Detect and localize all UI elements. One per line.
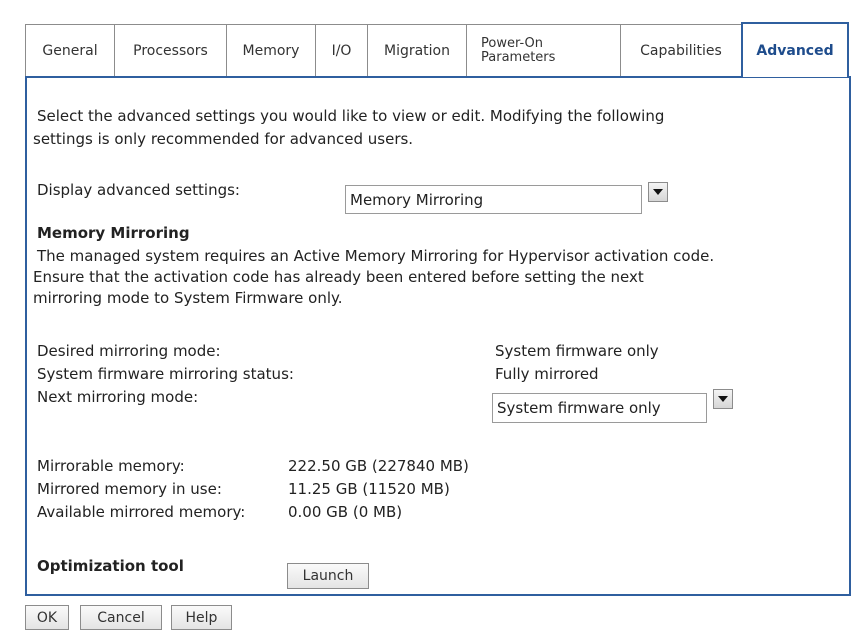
next-mirroring-selected: System firmware only [497,399,661,417]
display-settings-select[interactable]: Memory Mirroring [345,185,642,214]
chevron-down-icon [653,189,663,195]
cancel-button[interactable]: Cancel [80,605,162,630]
display-settings-selected: Memory Mirroring [350,190,484,209]
section-desc-line-1: The managed system requires an Active Me… [37,247,715,265]
tab-processors[interactable]: Processors [114,24,226,77]
tab-power-on-parameters[interactable]: Power-On Parameters [466,24,620,77]
ok-button[interactable]: OK [25,605,69,630]
launch-button[interactable]: Launch [287,563,369,589]
advanced-settings-panel: Select the advanced settings you would l… [25,76,851,596]
tab-memory[interactable]: Memory [226,24,315,77]
tab-bar: General Processors Memory I/O Migration … [25,22,849,77]
display-settings-label: Display advanced settings: [37,181,240,199]
tab-migration[interactable]: Migration [367,24,466,77]
help-button[interactable]: Help [171,605,232,630]
intro-text-line-1: Select the advanced settings you would l… [37,107,665,125]
tab-io[interactable]: I/O [315,24,367,77]
next-mirroring-label: Next mirroring mode: [37,388,199,406]
available-mirrored-label: Available mirrored memory: [37,503,246,521]
section-title: Memory Mirroring [37,224,190,242]
section-desc-line-3: mirroring mode to System Firmware only. [33,289,343,307]
tab-capabilities[interactable]: Capabilities [620,24,741,77]
tab-general[interactable]: General [25,24,114,77]
intro-text-line-2: settings is only recommended for advance… [33,130,414,148]
desired-mirroring-label: Desired mirroring mode: [37,342,221,360]
mirroring-status-label: System firmware mirroring status: [37,365,294,383]
mirrorable-memory-value: 222.50 GB (227840 MB) [288,457,469,475]
next-mirroring-select[interactable]: System firmware only [492,393,707,423]
display-settings-dropdown-button[interactable] [648,182,668,202]
mirrored-in-use-value: 11.25 GB (11520 MB) [288,480,450,498]
next-mirroring-dropdown-button[interactable] [713,389,733,409]
section-desc-line-2: Ensure that the activation code has alre… [33,268,644,286]
mirroring-status-value: Fully mirrored [495,365,599,383]
mirrored-in-use-label: Mirrored memory in use: [37,480,222,498]
chevron-down-icon [718,396,728,402]
desired-mirroring-value: System firmware only [495,342,659,360]
tab-advanced[interactable]: Advanced [741,22,849,77]
optimization-tool-label: Optimization tool [37,557,184,575]
available-mirrored-value: 0.00 GB (0 MB) [288,503,403,521]
mirrorable-memory-label: Mirrorable memory: [37,457,185,475]
